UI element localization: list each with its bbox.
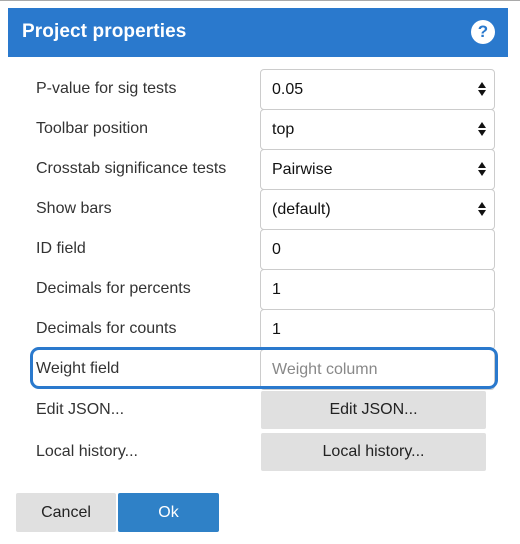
select-arrows-icon — [478, 122, 486, 138]
help-icon[interactable]: ? — [471, 20, 495, 44]
crosstab-sig-tests-label: Crosstab significance tests — [36, 160, 227, 177]
row-weight-field: Weight field Weight column — [0, 349, 520, 390]
toolbar-position-selected-value: top — [272, 121, 295, 138]
project-properties-dialog: Project properties ? P-value for sig tes… — [0, 0, 520, 544]
id-field-input[interactable]: 0 — [260, 229, 495, 270]
row-decimals-counts: Decimals for counts 1 — [0, 309, 520, 350]
toolbar-position-label: Toolbar position — [36, 120, 149, 137]
weight-field-input[interactable]: Weight column — [260, 349, 495, 390]
p-value-label: P-value for sig tests — [36, 80, 177, 97]
local-history-button[interactable]: Local history... — [261, 433, 486, 471]
decimals-counts-label: Decimals for counts — [36, 320, 177, 337]
dialog-header: Project properties ? — [8, 8, 508, 57]
select-arrows-icon — [478, 82, 486, 98]
select-arrows-icon — [478, 202, 486, 218]
row-p-value: P-value for sig tests 0.05 — [0, 69, 520, 110]
edit-json-label: Edit JSON... — [36, 401, 125, 418]
toolbar-position-select[interactable]: top — [260, 109, 495, 150]
row-toolbar-position: Toolbar position top — [0, 109, 520, 150]
edit-json-button[interactable]: Edit JSON... — [261, 391, 486, 429]
crosstab-sig-tests-selected-value: Pairwise — [272, 161, 333, 178]
p-value-select[interactable]: 0.05 — [260, 69, 495, 110]
decimals-counts-input[interactable]: 1 — [260, 309, 495, 350]
id-field-label: ID field — [36, 240, 86, 257]
show-bars-select[interactable]: (default) — [260, 189, 495, 230]
decimals-percents-input[interactable]: 1 — [260, 269, 495, 310]
p-value-selected-value: 0.05 — [272, 81, 304, 98]
row-edit-json: Edit JSON... Edit JSON... — [0, 391, 520, 431]
row-decimals-percents: Decimals for percents 1 — [0, 269, 520, 310]
weight-field-label: Weight field — [36, 360, 120, 377]
cancel-button[interactable]: Cancel — [16, 493, 116, 532]
decimals-percents-label: Decimals for percents — [36, 280, 191, 297]
show-bars-label: Show bars — [36, 200, 112, 217]
row-crosstab-sig-tests: Crosstab significance tests Pairwise — [0, 149, 520, 190]
row-show-bars: Show bars (default) — [0, 189, 520, 230]
dialog-title: Project properties — [22, 21, 187, 42]
select-arrows-icon — [478, 162, 486, 178]
ok-button[interactable]: Ok — [118, 493, 219, 532]
crosstab-sig-tests-select[interactable]: Pairwise — [260, 149, 495, 190]
row-id-field: ID field 0 — [0, 229, 520, 270]
row-local-history: Local history... Local history... — [0, 433, 520, 473]
show-bars-selected-value: (default) — [272, 201, 331, 218]
local-history-label: Local history... — [36, 443, 138, 460]
